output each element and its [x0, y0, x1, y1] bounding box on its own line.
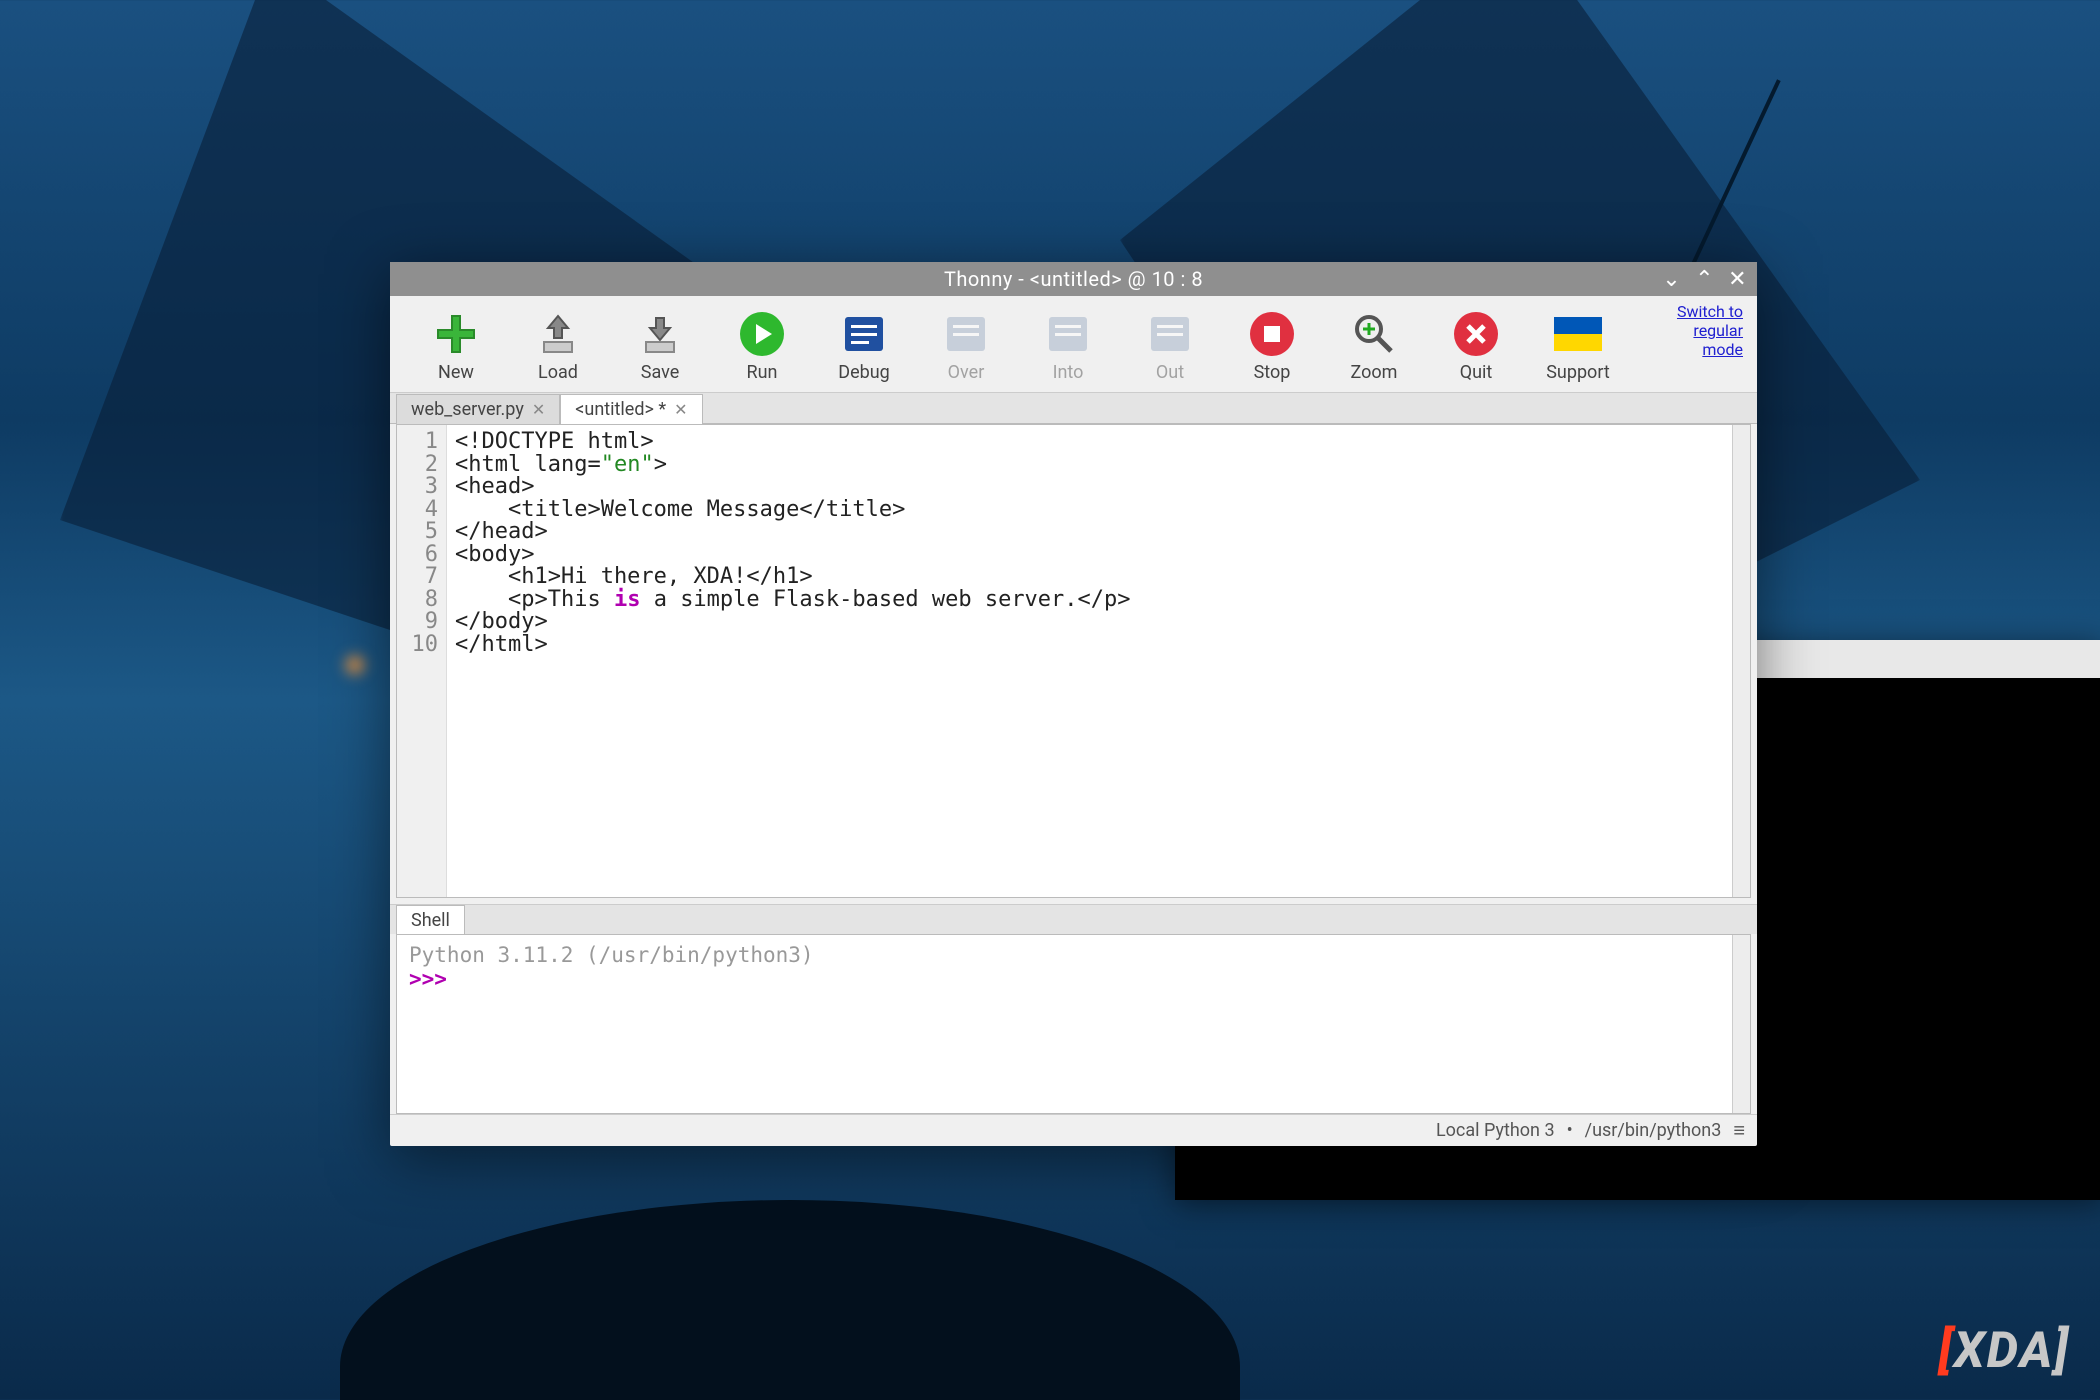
- scrollbar[interactable]: [1732, 425, 1750, 897]
- stop-button[interactable]: Stop: [1236, 310, 1308, 383]
- play-icon: [738, 310, 786, 358]
- code-line: </html>: [455, 632, 548, 657]
- save-button[interactable]: Save: [624, 310, 696, 383]
- button-label: Out: [1156, 362, 1184, 383]
- button-label: Run: [747, 362, 778, 383]
- interpreter-path[interactable]: /usr/bin/python3: [1585, 1120, 1722, 1141]
- code-line: <p>This is a simple Flask-based web serv…: [455, 587, 1131, 612]
- zoom-icon: [1350, 310, 1398, 358]
- tab-web-server[interactable]: web_server.py ✕: [396, 394, 560, 424]
- close-tab-icon[interactable]: ✕: [532, 400, 545, 419]
- thonny-window: Thonny - <untitled> @ 10 : 8 ⌄ ⌃ ✕ New L…: [390, 262, 1757, 1146]
- editor-tabs: web_server.py ✕ <untitled> * ✕: [390, 392, 1757, 424]
- link-text: mode: [1702, 340, 1743, 359]
- save-icon: [636, 310, 684, 358]
- tab-shell[interactable]: Shell: [396, 905, 465, 935]
- support-button[interactable]: Support: [1542, 310, 1614, 383]
- xda-logo: [XDA]: [1938, 1322, 2070, 1380]
- new-button[interactable]: New: [420, 310, 492, 383]
- minimize-icon[interactable]: ⌄: [1662, 267, 1681, 292]
- shell-info: Python 3.11.2 (/usr/bin/python3): [409, 943, 1738, 967]
- button-label: Load: [538, 362, 578, 383]
- window-title: Thonny - <untitled> @ 10 : 8: [944, 267, 1203, 291]
- close-icon[interactable]: ✕: [1728, 267, 1747, 292]
- plus-icon: [432, 310, 480, 358]
- load-icon: [534, 310, 582, 358]
- code-area[interactable]: <!DOCTYPE html> <html lang="en"> <head> …: [447, 425, 1139, 897]
- button-label: Support: [1546, 362, 1610, 383]
- tab-label: Shell: [411, 910, 450, 931]
- toolbar: New Load Save Run Debug: [390, 296, 1757, 392]
- button-label: Zoom: [1351, 362, 1398, 383]
- code-line: <h1>Hi there, XDA!</h1>: [455, 564, 813, 589]
- tab-untitled[interactable]: <untitled> * ✕: [560, 394, 702, 424]
- link-text: regular: [1693, 321, 1743, 340]
- code-line: <title>Welcome Message</title>: [455, 497, 905, 522]
- step-out-button: Out: [1134, 310, 1206, 383]
- flag-icon: [1554, 310, 1602, 358]
- code-line: </body>: [455, 609, 548, 634]
- shell-tabs: Shell: [390, 904, 1757, 934]
- code-line: </head>: [455, 519, 548, 544]
- step-over-icon: [942, 310, 990, 358]
- maximize-icon[interactable]: ⌃: [1695, 267, 1714, 292]
- stop-icon: [1248, 310, 1296, 358]
- statusbar: Local Python 3 • /usr/bin/python3 ≡: [390, 1114, 1757, 1146]
- debug-icon: [840, 310, 888, 358]
- step-over-button: Over: [930, 310, 1002, 383]
- step-into-icon: [1044, 310, 1092, 358]
- button-label: Debug: [838, 362, 890, 383]
- code-line: <!DOCTYPE html>: [455, 429, 654, 454]
- close-tab-icon[interactable]: ✕: [674, 400, 687, 419]
- titlebar[interactable]: Thonny - <untitled> @ 10 : 8 ⌄ ⌃ ✕: [390, 262, 1757, 296]
- scrollbar[interactable]: [1732, 935, 1750, 1113]
- switch-mode-link[interactable]: Switch to regular mode: [1677, 302, 1743, 360]
- shell-prompt: >>>: [409, 967, 447, 991]
- menu-icon[interactable]: ≡: [1733, 1118, 1745, 1143]
- shell-pane[interactable]: Python 3.11.2 (/usr/bin/python3) >>>: [396, 934, 1751, 1114]
- button-label: Into: [1053, 362, 1084, 383]
- debug-button[interactable]: Debug: [828, 310, 900, 383]
- run-button[interactable]: Run: [726, 310, 798, 383]
- zoom-button[interactable]: Zoom: [1338, 310, 1410, 383]
- tab-label: web_server.py: [411, 399, 524, 420]
- button-label: Stop: [1254, 362, 1291, 383]
- code-line: <body>: [455, 542, 534, 567]
- link-text: Switch to: [1677, 302, 1743, 321]
- code-editor[interactable]: 12345678910 <!DOCTYPE html> <html lang="…: [396, 424, 1751, 898]
- quit-icon: [1452, 310, 1500, 358]
- code-line: <html lang="en">: [455, 452, 667, 477]
- button-label: Over: [948, 362, 985, 383]
- button-label: Quit: [1460, 362, 1493, 383]
- button-label: Save: [641, 362, 680, 383]
- interpreter-label[interactable]: Local Python 3: [1436, 1120, 1555, 1141]
- separator: •: [1567, 1120, 1573, 1141]
- tab-label: <untitled> *: [575, 399, 666, 420]
- code-line: <head>: [455, 474, 534, 499]
- line-gutter: 12345678910: [397, 425, 447, 897]
- load-button[interactable]: Load: [522, 310, 594, 383]
- step-into-button: Into: [1032, 310, 1104, 383]
- button-label: New: [438, 362, 474, 383]
- quit-button[interactable]: Quit: [1440, 310, 1512, 383]
- step-out-icon: [1146, 310, 1194, 358]
